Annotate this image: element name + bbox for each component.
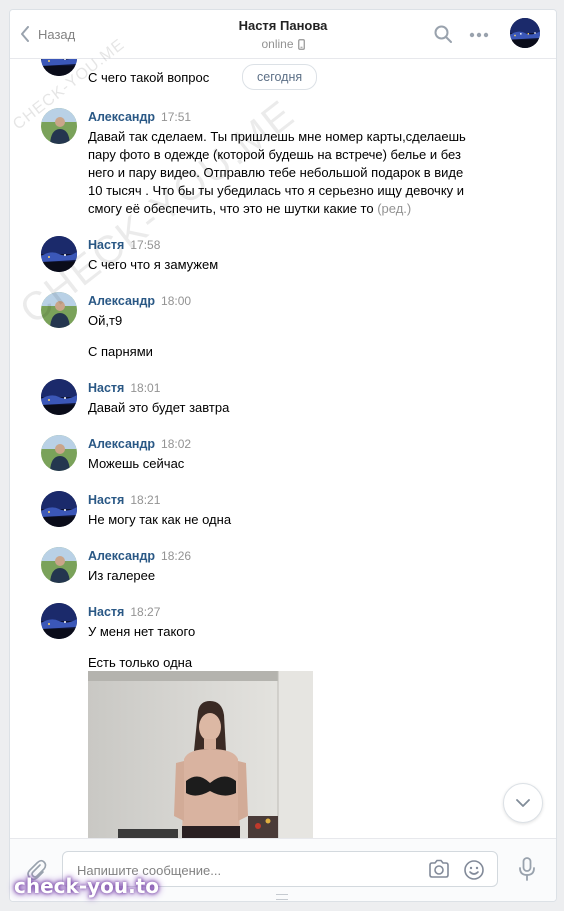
avatar[interactable] bbox=[41, 108, 77, 144]
message-text: Из галерее bbox=[88, 568, 156, 583]
chevron-down-icon bbox=[516, 798, 530, 807]
message-text: Можешь сейчас bbox=[88, 456, 185, 471]
camera-icon[interactable] bbox=[428, 859, 450, 879]
message-header: Настя 18:27 bbox=[88, 605, 160, 619]
message-text: 10 тысяч . Что бы ты убедилась что я сер… bbox=[88, 183, 465, 198]
message-item: Настя 18:01 Давай это будет завтра bbox=[41, 379, 541, 419]
avatar[interactable] bbox=[41, 292, 77, 328]
watermark-badge: check-you.to bbox=[14, 874, 160, 898]
message-text: Не могу так как не одна bbox=[88, 512, 232, 527]
message-text: Есть только одна bbox=[88, 655, 193, 670]
avatar[interactable] bbox=[41, 547, 77, 583]
message-item: Александр 18:26 Из галерее bbox=[41, 547, 541, 587]
scroll-down-button[interactable] bbox=[503, 783, 543, 823]
chat-title[interactable]: Настя Панова bbox=[10, 18, 556, 33]
more-icon[interactable] bbox=[469, 32, 489, 38]
message-time[interactable]: 18:21 bbox=[130, 493, 160, 507]
message-time[interactable]: 18:27 bbox=[130, 605, 160, 619]
message-time[interactable]: 18:01 bbox=[130, 381, 160, 395]
message-header: Александр 18:00 bbox=[88, 294, 191, 308]
status-text: online bbox=[261, 37, 294, 51]
message-text: Ой,т9 bbox=[88, 313, 123, 328]
message-text-last: смогу её обеспечить, что это не шутки ка… bbox=[88, 200, 411, 218]
message-text: У меня нет такого bbox=[88, 624, 196, 639]
author-link[interactable]: Александр bbox=[88, 549, 155, 563]
message-item: Александр 17:51 Давай так сделаем. Ты при… bbox=[41, 108, 541, 218]
author-link[interactable]: Настя bbox=[88, 238, 124, 252]
message-item: Настя 18:27 У меня нет такого Есть только… bbox=[41, 603, 541, 673]
message-text: смогу её обеспечить, что это не шутки ка… bbox=[88, 201, 374, 216]
message-header: Настя 18:01 bbox=[88, 381, 160, 395]
message-text: него и пару видео. Отправлю тебе небольш… bbox=[88, 165, 464, 180]
message-text: С чего что я замужем bbox=[88, 257, 219, 272]
author-link[interactable]: Настя bbox=[88, 605, 124, 619]
photo-attachment[interactable] bbox=[88, 671, 313, 838]
message-time[interactable]: 18:26 bbox=[161, 549, 191, 563]
phone-icon bbox=[297, 38, 305, 50]
message-item: Александр 18:00 Ой,т9 С парнями bbox=[41, 292, 541, 362]
message-time[interactable]: 18:00 bbox=[161, 294, 191, 308]
avatar[interactable] bbox=[510, 18, 540, 48]
avatar[interactable] bbox=[41, 491, 77, 527]
author-link[interactable]: Александр bbox=[88, 294, 155, 308]
avatar[interactable] bbox=[41, 58, 77, 76]
author-link[interactable]: Настя bbox=[88, 493, 124, 507]
message-header: Александр 18:26 bbox=[88, 549, 191, 563]
message-text: пару фото в одежде (которой будешь на вс… bbox=[88, 147, 461, 162]
message-time[interactable]: 17:51 bbox=[161, 110, 191, 124]
message-item: Александр 18:02 Можешь сейчас bbox=[41, 435, 541, 475]
avatar[interactable] bbox=[41, 435, 77, 471]
author-link[interactable]: Настя bbox=[88, 381, 124, 395]
message-time[interactable]: 18:02 bbox=[161, 437, 191, 451]
smile-icon[interactable] bbox=[463, 859, 485, 881]
message-feed[interactable]: С чего такой вопрос сегодня Александр 17:… bbox=[10, 58, 556, 838]
microphone-icon[interactable] bbox=[518, 857, 536, 881]
message-text: С чего такой вопрос bbox=[88, 70, 210, 85]
message-text: Давай это будет завтра bbox=[88, 400, 230, 415]
message-text: С парнями bbox=[88, 344, 153, 359]
search-icon[interactable] bbox=[433, 24, 453, 44]
message-header: Настя 17:58 bbox=[88, 238, 160, 252]
avatar[interactable] bbox=[41, 379, 77, 415]
chat-panel: Назад Настя Панова online С чего такой в… bbox=[9, 9, 557, 902]
message-header: Александр 18:02 bbox=[88, 437, 191, 451]
message-header: Александр 17:51 bbox=[88, 110, 191, 124]
message-time[interactable]: 17:58 bbox=[130, 238, 160, 252]
avatar[interactable] bbox=[41, 236, 77, 272]
chat-header: Назад Настя Панова online bbox=[10, 10, 556, 59]
message-item: Настя 18:21 Не могу так как не одна bbox=[41, 491, 541, 531]
avatar[interactable] bbox=[41, 603, 77, 639]
online-status: online bbox=[261, 37, 305, 51]
edited-mark: (ред.) bbox=[377, 201, 412, 216]
message-header: Настя 18:21 bbox=[88, 493, 160, 507]
author-link[interactable]: Александр bbox=[88, 110, 155, 124]
message-text: Давай так сделаем. Ты пришлешь мне номер… bbox=[88, 129, 466, 144]
date-separator: сегодня bbox=[242, 64, 318, 90]
author-link[interactable]: Александр bbox=[88, 437, 155, 451]
message-item: Настя 17:58 С чего что я замужем bbox=[41, 236, 541, 276]
resize-handle[interactable] bbox=[276, 894, 288, 900]
